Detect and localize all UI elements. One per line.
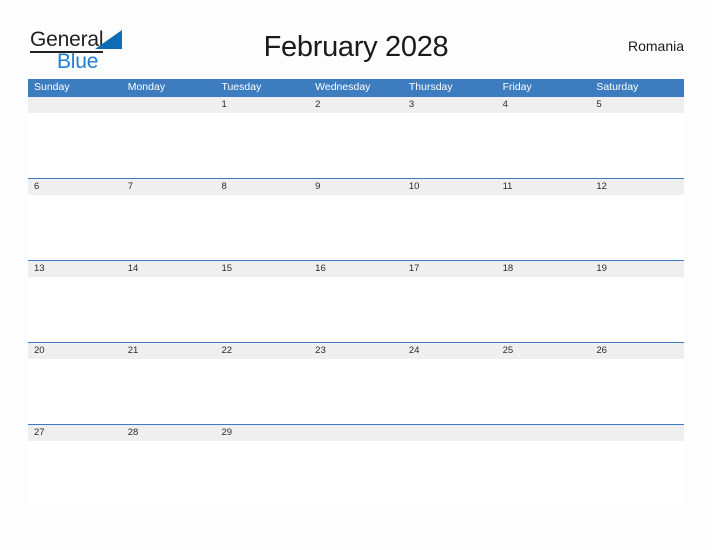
week-date-band: 27 28 29 [28,425,684,441]
week-date-band: 6 7 8 9 10 11 12 [28,179,684,195]
day-cell[interactable]: 9 [309,179,403,195]
day-cell[interactable]: 8 [215,179,309,195]
calendar-page: General Blue February 2028 Romania Sunda… [0,0,712,550]
day-cell[interactable] [309,425,403,441]
page-header: General Blue February 2028 Romania [28,24,684,72]
week-date-band: 13 14 15 16 17 18 19 [28,261,684,277]
day-cell[interactable]: 6 [28,179,122,195]
day-cell[interactable]: 10 [403,179,497,195]
day-cell[interactable]: 20 [28,343,122,359]
weekday-header-thursday: Thursday [408,81,453,93]
week-row: 6 7 8 9 10 11 12 [28,178,684,260]
day-cell[interactable]: 4 [497,97,591,113]
weekday-header-saturday: Saturday [596,81,639,93]
day-cell[interactable] [403,425,497,441]
week-row: 27 28 29 [28,424,684,506]
weekday-header-sunday: Sunday [34,81,70,93]
page-title: February 2028 [263,31,449,63]
day-cell[interactable]: 3 [403,97,497,113]
week-notes-area[interactable] [28,277,684,342]
day-cell[interactable]: 5 [590,97,684,113]
day-cell[interactable]: 17 [403,261,497,277]
day-cell[interactable]: 21 [122,343,216,359]
day-cell[interactable]: 28 [122,425,216,441]
weekday-header-tuesday: Tuesday [221,81,262,93]
day-cell[interactable]: 22 [215,343,309,359]
day-cell[interactable]: 14 [122,261,216,277]
day-cell[interactable]: 23 [309,343,403,359]
week-date-band: 20 21 22 23 24 25 26 [28,343,684,359]
day-cell[interactable]: 12 [590,179,684,195]
week-date-band: 1 2 3 4 5 [28,97,684,113]
weekday-header-wednesday: Wednesday [315,81,371,93]
week-row: 20 21 22 23 24 25 26 [28,342,684,424]
day-cell[interactable]: 2 [309,97,403,113]
day-cell[interactable]: 7 [122,179,216,195]
weekday-header-friday: Friday [502,81,532,93]
day-cell[interactable] [28,97,122,113]
weekday-header-monday: Monday [127,81,166,93]
calendar-table: Sunday Monday Tuesday Wednesday Thursday… [28,79,684,506]
day-cell[interactable]: 24 [403,343,497,359]
day-cell[interactable]: 18 [497,261,591,277]
day-cell[interactable]: 11 [497,179,591,195]
day-cell[interactable]: 27 [28,425,122,441]
week-notes-area[interactable] [28,195,684,260]
day-cell[interactable]: 29 [215,425,309,441]
day-cell[interactable] [497,425,591,441]
day-cell[interactable] [590,425,684,441]
week-notes-area[interactable] [28,113,684,178]
day-cell[interactable]: 16 [309,261,403,277]
day-cell[interactable]: 19 [590,261,684,277]
week-notes-area[interactable] [28,441,684,506]
day-cell[interactable] [122,97,216,113]
day-cell[interactable]: 1 [215,97,309,113]
weekday-header-row: Sunday Monday Tuesday Wednesday Thursday… [28,79,684,96]
day-cell[interactable]: 26 [590,343,684,359]
week-row: 13 14 15 16 17 18 19 [28,260,684,342]
day-cell[interactable]: 13 [28,261,122,277]
day-cell[interactable]: 25 [497,343,591,359]
day-cell[interactable]: 15 [215,261,309,277]
country-label: Romania [627,38,684,54]
week-row: 1 2 3 4 5 [28,96,684,178]
week-notes-area[interactable] [28,359,684,424]
